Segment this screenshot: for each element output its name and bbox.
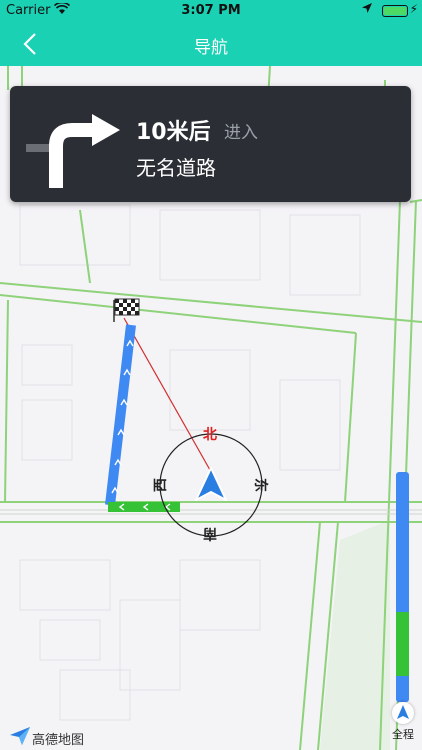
compass-north: 北	[203, 427, 217, 443]
distance-label: 10米后	[136, 120, 211, 145]
turn-right-icon	[26, 114, 120, 188]
action-label: 进入	[224, 123, 258, 143]
status-bar: Carrier 3:07 PM ⚡	[0, 0, 422, 22]
page-title: 导航	[194, 38, 228, 58]
compass-east: 东	[252, 478, 268, 492]
route-progress-blue	[396, 676, 409, 702]
amap-logo-text: 高德地图	[32, 733, 85, 748]
compass-west: 西	[153, 478, 169, 492]
nav-bar: 导航	[0, 22, 422, 66]
route-progress-green	[396, 612, 409, 676]
location-arrow-icon	[362, 3, 372, 16]
road-name: 无名道路	[136, 156, 216, 180]
amap-logo-icon	[10, 727, 30, 745]
compass-south: 南	[203, 525, 217, 541]
navigation-arrow-icon	[392, 702, 414, 724]
navigation-instruction-panel: 10米后 进入 无名道路	[10, 86, 411, 202]
route-overview-button[interactable]: 全程	[388, 702, 418, 742]
route-overview-label: 全程	[392, 728, 414, 741]
charging-icon: ⚡	[409, 2, 418, 16]
route-progress-bar	[396, 472, 409, 702]
battery-icon	[382, 5, 408, 17]
status-time: 3:07 PM	[181, 3, 241, 18]
